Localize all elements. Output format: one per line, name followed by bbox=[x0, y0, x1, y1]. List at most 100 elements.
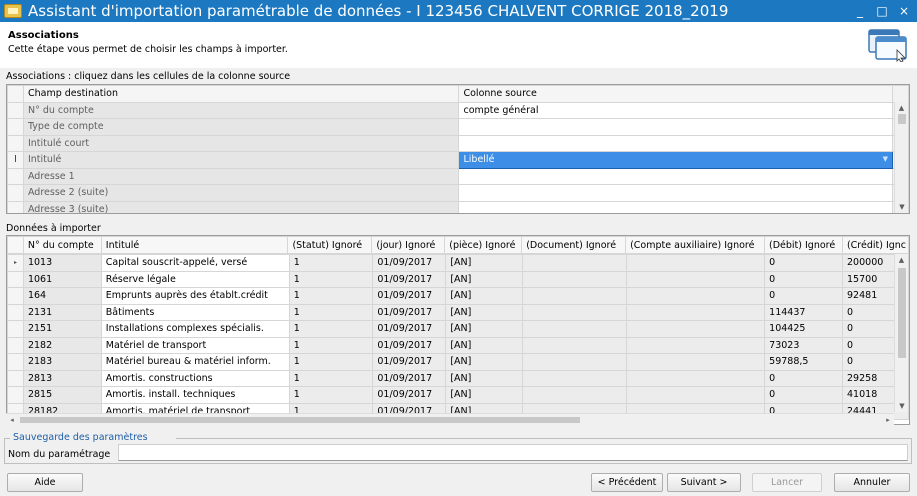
hscroll-thumb[interactable] bbox=[20, 417, 580, 423]
table-cell[interactable]: 01/09/2017 bbox=[372, 336, 447, 354]
column-header[interactable]: (pièce) Ignoré bbox=[444, 236, 523, 254]
source-cell[interactable]: compte général bbox=[458, 101, 893, 119]
param-name-input[interactable] bbox=[118, 444, 908, 461]
table-row[interactable]: ▸ 1013 Capital souscrit-appelé, versé 1 01/0… bbox=[7, 254, 909, 272]
table-cell[interactable]: 1 bbox=[288, 386, 374, 404]
row-header[interactable] bbox=[7, 336, 24, 354]
table-cell[interactable]: 1 bbox=[288, 254, 374, 272]
table-row[interactable]: 164 Emprunts auprès des établt.crédit 1 01/… bbox=[7, 287, 909, 305]
table-cell[interactable] bbox=[625, 320, 766, 338]
table-cell[interactable]: 73023 bbox=[764, 336, 844, 354]
table-cell[interactable]: 0 bbox=[764, 287, 844, 305]
table-cell[interactable] bbox=[522, 287, 627, 305]
table-cell[interactable]: [AN] bbox=[445, 254, 524, 272]
table-cell[interactable]: [AN] bbox=[445, 320, 524, 338]
column-header-dest[interactable]: Champ destination bbox=[22, 85, 460, 103]
row-header[interactable] bbox=[7, 287, 24, 305]
table-cell[interactable]: 01/09/2017 bbox=[372, 320, 447, 338]
launch-button[interactable]: Lancer bbox=[752, 473, 822, 492]
table-cell[interactable] bbox=[625, 270, 766, 288]
table-cell[interactable] bbox=[522, 336, 627, 354]
column-header-source[interactable]: Colonne source bbox=[458, 85, 893, 103]
table-cell[interactable]: 01/09/2017 bbox=[372, 270, 447, 288]
table-cell[interactable]: Amortis. constructions bbox=[100, 369, 290, 387]
table-cell[interactable]: Capital souscrit-appelé, versé bbox=[100, 254, 290, 272]
table-row[interactable]: 2131 Bâtiments 1 01/09/2017 [AN] 114437 0 bbox=[7, 303, 909, 321]
table-cell[interactable]: [AN] bbox=[445, 287, 524, 305]
table-cell[interactable]: Amortis. install. techniques bbox=[100, 386, 290, 404]
table-cell[interactable]: 0 bbox=[764, 254, 844, 272]
column-header[interactable]: N° du compte bbox=[22, 236, 102, 254]
table-row[interactable]: 2815 Amortis. install. techniques 1 01/09/2… bbox=[7, 386, 909, 404]
column-header[interactable]: (Débit) Ignoré bbox=[764, 236, 843, 254]
table-row[interactable]: 2182 Matériel de transport 1 01/09/2017 [AN]… bbox=[7, 336, 909, 354]
table-cell[interactable]: 2131 bbox=[22, 303, 102, 321]
table-cell[interactable]: 1 bbox=[288, 353, 374, 371]
table-cell[interactable]: 1 bbox=[288, 303, 374, 321]
table-cell[interactable] bbox=[625, 369, 766, 387]
table-cell[interactable]: 1 bbox=[288, 287, 374, 305]
table-cell[interactable]: Matériel de transport bbox=[100, 336, 290, 354]
column-header[interactable]: Intitulé bbox=[100, 236, 289, 254]
table-cell[interactable] bbox=[625, 386, 766, 404]
table-cell[interactable] bbox=[522, 386, 627, 404]
scroll-left-arrow-icon[interactable]: ◂ bbox=[6, 414, 18, 426]
table-cell[interactable] bbox=[522, 369, 627, 387]
table-cell[interactable]: 01/09/2017 bbox=[372, 287, 447, 305]
row-header[interactable] bbox=[7, 353, 24, 371]
cancel-button[interactable]: Annuler bbox=[834, 473, 910, 492]
table-cell[interactable]: 2813 bbox=[22, 369, 102, 387]
table-cell[interactable]: [AN] bbox=[445, 336, 524, 354]
table-cell[interactable] bbox=[522, 254, 627, 272]
minimize-button[interactable]: _ bbox=[851, 4, 869, 18]
source-cell[interactable] bbox=[458, 184, 893, 202]
source-cell[interactable] bbox=[458, 200, 893, 213]
row-header[interactable] bbox=[7, 270, 24, 288]
current-row-marker[interactable]: ▸ bbox=[7, 254, 24, 272]
table-cell[interactable]: 2182 bbox=[22, 336, 102, 354]
table-cell[interactable]: 2151 bbox=[22, 320, 102, 338]
source-cell[interactable] bbox=[458, 167, 893, 185]
table-cell[interactable]: 01/09/2017 bbox=[372, 254, 447, 272]
source-cell[interactable] bbox=[458, 134, 893, 152]
table-row[interactable]: 2183 Matériel bureau & matériel inform. 1 0… bbox=[7, 353, 909, 371]
column-header[interactable]: (jour) Ignoré bbox=[371, 236, 446, 254]
scroll-up-arrow-icon[interactable]: ▲ bbox=[895, 102, 908, 114]
table-cell[interactable]: Bâtiments bbox=[100, 303, 290, 321]
table-cell[interactable]: 01/09/2017 bbox=[372, 303, 447, 321]
table-row[interactable]: 2151 Installations complexes spécialis. 1 0… bbox=[7, 320, 909, 338]
table-cell[interactable]: [AN] bbox=[445, 303, 524, 321]
table-cell[interactable]: [AN] bbox=[445, 386, 524, 404]
chevron-down-icon[interactable]: ▼ bbox=[883, 155, 888, 163]
table-cell[interactable]: 2183 bbox=[22, 353, 102, 371]
table-cell[interactable]: 1 bbox=[288, 320, 374, 338]
row-header[interactable] bbox=[7, 369, 24, 387]
table-cell[interactable]: [AN] bbox=[445, 270, 524, 288]
table-cell[interactable]: 0 bbox=[764, 386, 844, 404]
data-hscrollbar[interactable]: ◂ ▸ bbox=[6, 413, 894, 425]
table-cell[interactable]: Installations complexes spécialis. bbox=[100, 320, 290, 338]
table-cell[interactable]: 0 bbox=[764, 270, 844, 288]
table-cell[interactable]: 01/09/2017 bbox=[372, 353, 447, 371]
scroll-thumb[interactable] bbox=[898, 114, 906, 124]
scroll-down-arrow-icon[interactable]: ▼ bbox=[895, 400, 909, 412]
scroll-down-arrow-icon[interactable]: ▼ bbox=[895, 201, 909, 213]
associations-vscrollbar[interactable]: ▲ ▼ bbox=[894, 102, 908, 213]
scroll-up-arrow-icon[interactable]: ▲ bbox=[895, 254, 908, 266]
table-cell[interactable]: 01/09/2017 bbox=[372, 386, 447, 404]
row-header[interactable] bbox=[7, 386, 24, 404]
table-cell[interactable]: 1 bbox=[288, 336, 374, 354]
table-row[interactable]: 2813 Amortis. constructions 1 01/09/2017 [AN… bbox=[7, 369, 909, 387]
source-cell[interactable] bbox=[458, 118, 893, 136]
scroll-right-arrow-icon[interactable]: ▸ bbox=[882, 414, 894, 426]
table-cell[interactable] bbox=[522, 303, 627, 321]
data-vscrollbar[interactable]: ▲ ▼ bbox=[894, 254, 908, 412]
table-cell[interactable]: Réserve légale bbox=[100, 270, 290, 288]
table-row[interactable]: 1061 Réserve légale 1 01/09/2017 [AN] 0 15700 bbox=[7, 270, 909, 288]
column-header[interactable]: (Compte auxiliaire) Ignoré bbox=[625, 236, 765, 254]
table-cell[interactable]: Emprunts auprès des établt.crédit bbox=[100, 287, 290, 305]
table-cell[interactable] bbox=[522, 320, 627, 338]
table-cell[interactable]: 1 bbox=[288, 270, 374, 288]
table-cell[interactable]: 164 bbox=[22, 287, 102, 305]
table-cell[interactable] bbox=[522, 353, 627, 371]
